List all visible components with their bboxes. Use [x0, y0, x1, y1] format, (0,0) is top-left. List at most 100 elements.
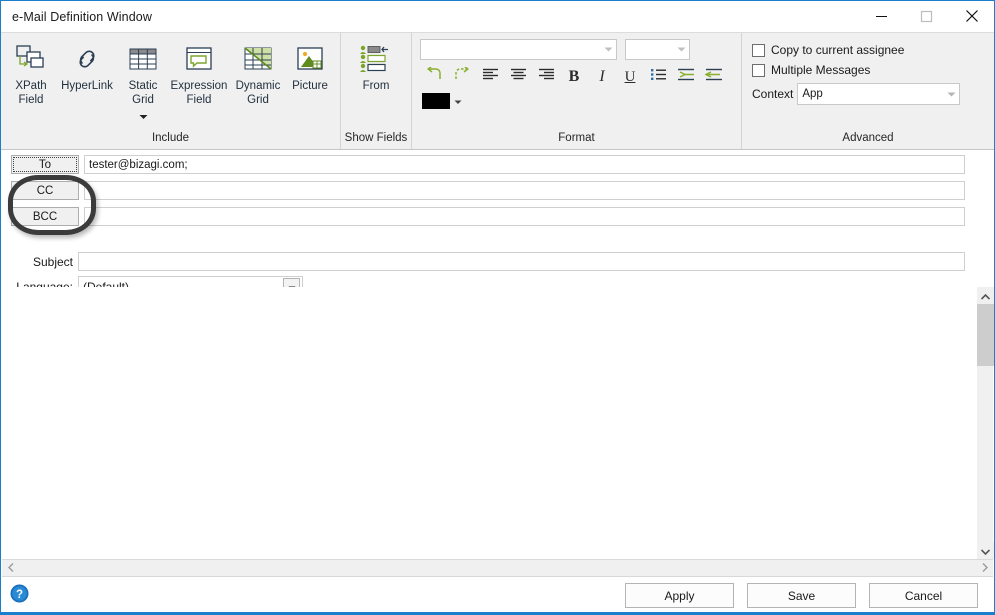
align-left-icon: [482, 68, 499, 86]
expression-field-button[interactable]: Expression Field: [168, 33, 230, 106]
xpath-field-label-1: XPath: [15, 80, 47, 92]
hyperlink-button[interactable]: HyperLink: [56, 33, 118, 93]
chevron-down-icon: [673, 47, 689, 52]
ribbon-group-show-fields: From Show Fields: [340, 33, 411, 149]
picture-icon: [294, 39, 326, 79]
align-center-icon: [510, 68, 527, 86]
bold-button[interactable]: B: [560, 65, 588, 89]
static-grid-icon: [127, 39, 159, 79]
svg-text:?: ?: [16, 589, 23, 601]
to-input[interactable]: tester@bizagi.com;: [84, 155, 965, 174]
minimize-icon: [876, 15, 887, 17]
from-field-label: From: [362, 80, 390, 92]
recipient-fields-panel: To tester@bizagi.com; CC BCC Subject Lan…: [1, 150, 994, 297]
subject-row: Subject: [1, 252, 994, 271]
hyperlink-label-1: HyperLink: [61, 80, 113, 92]
apply-button[interactable]: Apply: [625, 583, 734, 608]
expression-field-icon: [183, 39, 215, 79]
email-definition-window: e-Mail Definition Window XPath Field Hyp…: [0, 0, 995, 615]
ribbon-group-advanced: Copy to current assignee Multiple Messag…: [741, 33, 994, 149]
dialog-footer: ? Apply Save Cancel: [2, 576, 993, 614]
underline-button[interactable]: U: [616, 65, 644, 89]
multiple-messages-label: Multiple Messages: [771, 63, 871, 77]
decrease-indent-icon: [704, 68, 723, 86]
bcc-row: BCC: [1, 207, 994, 226]
context-combo[interactable]: App: [797, 83, 961, 105]
from-field-icon: [357, 39, 395, 79]
subject-input[interactable]: [78, 252, 965, 271]
close-button[interactable]: [949, 1, 994, 31]
chevron-left-icon: [7, 559, 14, 577]
xpath-field-icon: [14, 39, 48, 79]
align-center-button[interactable]: [504, 65, 532, 89]
context-row: Context App: [752, 83, 994, 105]
chevron-down-icon: [980, 542, 990, 560]
chevron-up-icon: [980, 287, 990, 305]
decrease-indent-button[interactable]: [700, 65, 728, 89]
font-color-swatch[interactable]: [422, 93, 450, 109]
xpath-field-label-2: Field: [18, 93, 44, 106]
scroll-left-button[interactable]: [2, 560, 19, 577]
font-color-dropdown-button[interactable]: [450, 92, 466, 110]
scroll-right-button[interactable]: [976, 560, 993, 577]
picture-label-1: Picture: [292, 80, 328, 92]
copy-to-current-assignee-checkbox[interactable]: Copy to current assignee: [752, 43, 994, 57]
cc-input[interactable]: [84, 181, 965, 200]
email-body-canvas[interactable]: [2, 287, 976, 559]
window-controls: [859, 1, 994, 32]
subject-label: Subject: [32, 254, 73, 269]
ribbon-group-show-fields-label: Show Fields: [344, 132, 408, 144]
to-button[interactable]: To: [11, 155, 79, 174]
dynamic-grid-label-2: Grid: [247, 93, 269, 106]
email-body-editor[interactable]: [2, 287, 994, 560]
cancel-button[interactable]: Cancel: [869, 583, 978, 608]
dynamic-grid-label-1: Dynamic: [235, 80, 281, 92]
ribbon-group-advanced-label: Advanced: [842, 132, 894, 144]
font-size-combo[interactable]: [625, 39, 690, 60]
title-bar: e-Mail Definition Window: [1, 1, 994, 32]
expression-field-label-2: Field: [186, 93, 212, 106]
checkbox-box: [752, 43, 765, 57]
save-button[interactable]: Save: [747, 583, 856, 608]
vertical-scroll-thumb[interactable]: [976, 304, 994, 366]
bullet-list-button[interactable]: [644, 65, 672, 89]
help-icon: ?: [10, 584, 29, 602]
minimize-button[interactable]: [859, 1, 904, 31]
bcc-input[interactable]: [84, 207, 965, 226]
static-grid-button[interactable]: Static Grid: [118, 33, 168, 125]
align-left-button[interactable]: [476, 65, 504, 89]
ribbon-group-include: XPath Field HyperLink Static Grid Expres…: [1, 33, 340, 149]
italic-button[interactable]: I: [588, 65, 616, 89]
ribbon-toolbar: XPath Field HyperLink Static Grid Expres…: [1, 32, 994, 150]
vertical-scrollbar[interactable]: [976, 287, 994, 560]
font-name-combo[interactable]: [420, 39, 617, 60]
format-tool-row: B I U: [420, 65, 741, 89]
window-title: e-Mail Definition Window: [12, 9, 152, 24]
cc-button[interactable]: CC: [11, 181, 79, 200]
align-right-button[interactable]: [532, 65, 560, 89]
chevron-down-icon: [454, 92, 462, 110]
bcc-button[interactable]: BCC: [11, 207, 79, 226]
scroll-down-button[interactable]: [976, 542, 994, 560]
hyperlink-icon: [71, 39, 103, 79]
context-value: App: [802, 88, 823, 100]
static-grid-label-1: Static: [128, 80, 158, 92]
undo-button[interactable]: [420, 65, 448, 89]
maximize-button[interactable]: [904, 1, 949, 31]
help-button[interactable]: ?: [10, 584, 29, 608]
increase-indent-button[interactable]: [672, 65, 700, 89]
cc-row: CC: [1, 181, 994, 200]
horizontal-scrollbar[interactable]: [2, 559, 993, 576]
chevron-down-icon[interactable]: [139, 107, 148, 125]
scroll-up-button[interactable]: [976, 287, 994, 305]
multiple-messages-checkbox[interactable]: Multiple Messages: [752, 63, 994, 77]
align-right-icon: [538, 68, 555, 86]
xpath-field-button[interactable]: XPath Field: [6, 33, 56, 106]
chevron-down-icon: [943, 92, 959, 97]
redo-button[interactable]: [448, 65, 476, 89]
from-field-button[interactable]: From: [345, 33, 407, 93]
ribbon-group-format: B I U Format: [411, 33, 741, 149]
dynamic-grid-button[interactable]: Dynamic Grid: [230, 33, 286, 106]
ribbon-group-include-label: Include: [151, 132, 190, 144]
picture-button[interactable]: Picture: [286, 33, 334, 93]
